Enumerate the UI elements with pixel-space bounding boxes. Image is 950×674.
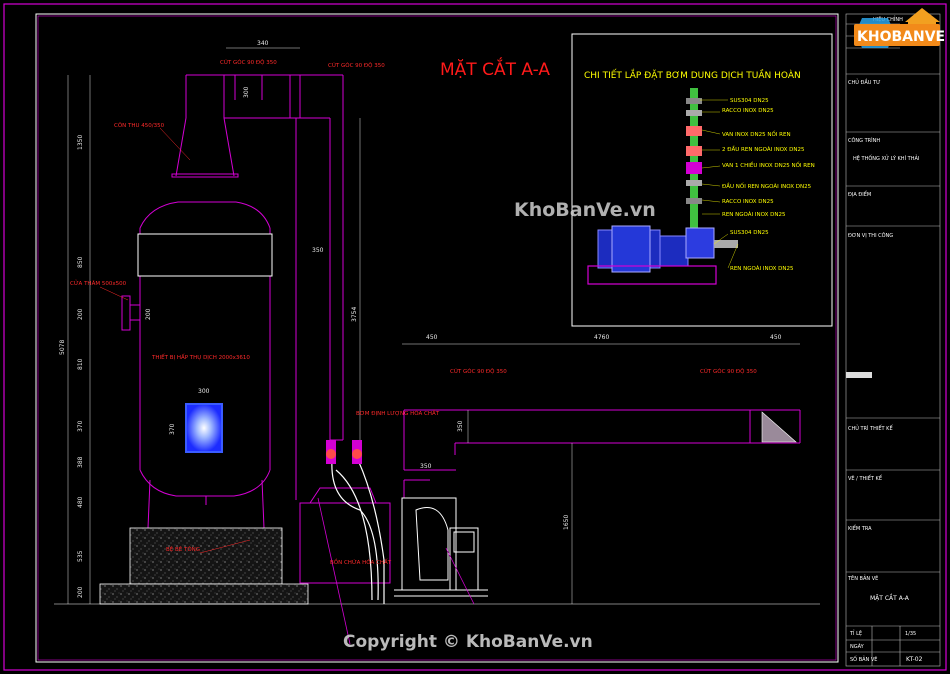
detail-label-6: RACCO INOX DN25: [722, 199, 774, 205]
dim-window-300: 300: [198, 388, 210, 395]
dosing-valves: [326, 440, 362, 464]
label-tower-body: THIẾT BỊ HẤP THỤ DỊCH 2000x3610: [151, 353, 250, 361]
detail-label-8: SUS304 DN25: [730, 230, 769, 236]
dim-span-4760: 4760: [594, 334, 609, 341]
absorption-tower: [121, 74, 344, 529]
dim-window-370: 370: [169, 423, 176, 435]
detail-label-1: RACCO INOX DN25: [722, 108, 774, 114]
detail-label-5: ĐẦU NỐI REN NGOÀI INOX DN25: [722, 182, 812, 190]
sight-window: [185, 403, 223, 453]
tb-client-label: CHỦ ĐẦU TƯ: [848, 78, 880, 86]
tb-address-label: ĐỊA ĐIỂM: [848, 190, 871, 198]
tb-drawn-label: VẼ / THIẾT KẾ: [848, 474, 883, 482]
dim-span-450b: 450: [770, 334, 782, 341]
dim-850: 850: [77, 256, 84, 268]
label-inspection-door: CỬA THĂM 500x500: [70, 279, 127, 287]
dim-1650: 1650: [563, 515, 570, 530]
dim-duct-350b: 350: [457, 420, 464, 432]
duct-outlet-cap: [761, 411, 797, 443]
tb-sheet-label: SỐ BẢN VẼ: [850, 655, 877, 663]
label-elbow-top-right: CÚT GÓC 90 ĐỘ 350: [328, 62, 385, 69]
dim-810: 810: [77, 358, 84, 370]
pump-assembly: [587, 88, 738, 285]
detail-title: CHI TIẾT LẮP ĐẶT BƠM DUNG DỊCH TUẦN HOÀN: [584, 68, 801, 81]
dim-388: 388: [77, 456, 84, 468]
detail-label-7: REN NGOÀI INOX DN25: [722, 211, 786, 218]
dim-duct-350: 350: [312, 247, 324, 254]
tb-project-label: CÔNG TRÌNH: [848, 137, 880, 144]
tb-project-value: HỆ THỐNG XỬ LÝ KHÍ THẢI: [853, 154, 919, 162]
dim-top-width: 340: [257, 40, 269, 47]
chemical-tank: [299, 487, 391, 584]
floor-slab: [99, 583, 309, 605]
label-elbow-right: CÚT GÓC 90 ĐỘ 350: [700, 368, 757, 375]
exhaust-fan: [394, 497, 488, 597]
dim-480: 480: [77, 496, 84, 508]
label-concrete-base: BỆ BÊ TÔNG: [166, 545, 200, 553]
drawing-title: MẶT CẮT A-A: [440, 56, 550, 80]
dim-top-drop: 300: [243, 86, 250, 98]
tb-scale-label: TỈ LỆ: [849, 629, 862, 637]
tb-date-label: NGÀY: [850, 643, 865, 650]
label-elbow-mid: CÚT GÓC 90 ĐỘ 350: [450, 368, 507, 375]
dim-200b: 200: [77, 586, 84, 598]
detail-label-9: REN NGOÀI INOX DN25: [730, 265, 794, 272]
label-elbow-top-left: CÚT GÓC 90 ĐỘ 350: [220, 59, 277, 66]
dim-fan-350: 350: [420, 463, 432, 470]
title-block: [845, 13, 941, 667]
tb-sheet-value: KT-02: [906, 656, 923, 663]
tb-scale-value: 1/35: [905, 631, 916, 637]
dim-200: 200: [77, 308, 84, 320]
label-dosing: BƠM ĐỊNH LƯỢNG HÓA CHẤT: [356, 409, 440, 417]
tb-drawing-name-label: TÊN BẢN VẼ: [847, 574, 878, 582]
label-solution-tank: BỒN CHỨA HÓA CHẤT: [330, 557, 392, 566]
copyright: Copyright © KhoBanVe.vn: [343, 632, 593, 652]
tb-check-label: KIỂM TRA: [848, 524, 872, 532]
detail-label-0: SUS304 DN25: [730, 98, 769, 104]
dim-span-450a: 450: [426, 334, 438, 341]
dosing-pipes: [331, 459, 385, 604]
logo-text: KHOBANVE: [857, 29, 945, 45]
watermark: KhoBanVe.vn: [514, 199, 656, 221]
tb-unit-label: ĐƠN VỊ THI CÔNG: [848, 232, 893, 239]
concrete-base: [129, 527, 283, 585]
dim-3754: 3754: [351, 307, 358, 322]
dim-535: 535: [77, 550, 84, 562]
detail-label-2: VAN INOX DN25 NỐI REN: [722, 130, 791, 138]
tb-design-label: CHỦ TRÌ THIẾT KẾ: [848, 424, 893, 432]
dim-inspection-200: 200: [145, 308, 152, 320]
detail-label-3: 2 ĐẦU REN NGOÀI INOX DN25: [722, 145, 805, 153]
cad-drawing: HIỆU CHỈNH CHỦ ĐẦU TƯ CÔNG TRÌNH HỆ THỐN…: [3, 3, 947, 671]
dim-1350: 1350: [77, 135, 84, 150]
tb-drawing-name: MẶT CẮT A-A: [870, 594, 910, 602]
detail-label-4: VAN 1 CHIỀU INOX DN25 NỐI REN: [722, 161, 815, 169]
dim-370: 370: [77, 420, 84, 432]
label-reducer: CÔN THU 450/350: [114, 122, 165, 129]
dim-total-height: 5078: [59, 340, 66, 355]
